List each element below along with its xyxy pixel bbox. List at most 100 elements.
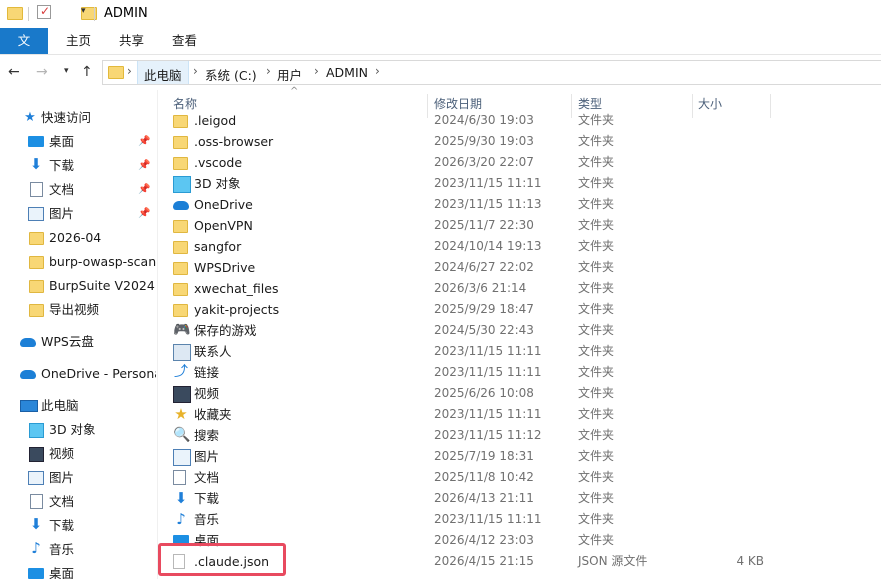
- sidebar-item-label: 文档: [49, 182, 75, 197]
- breadcrumb-system-c[interactable]: 系统 (C:): [205, 65, 257, 84]
- modified-date: 2026/3/20 22:07: [434, 155, 534, 169]
- chevron-right-icon[interactable]: ›: [266, 64, 271, 78]
- sidebar-item-pictures[interactable]: 图片 📌: [0, 203, 156, 225]
- check-icon: ✓: [40, 4, 51, 18]
- address-bar[interactable]: › 此电脑 › 系统 (C:) › 用户 › ADMIN ›: [102, 60, 881, 85]
- up-arrow-icon[interactable]: ↑: [81, 64, 93, 80]
- pin-icon[interactable]: 📌: [138, 203, 150, 225]
- chevron-right-icon[interactable]: ›: [314, 64, 319, 78]
- sidebar-item-desktop[interactable]: 桌面 📌: [0, 131, 156, 153]
- forward-arrow-icon[interactable]: →: [36, 64, 48, 80]
- sidebar-item-2026-04[interactable]: 2026-04: [0, 227, 156, 249]
- folder-icon: [29, 304, 44, 317]
- table-row[interactable]: ★ 收藏夹 2023/11/15 11:11 文件夹: [166, 404, 881, 425]
- table-row[interactable]: 联系人 2023/11/15 11:11 文件夹: [166, 341, 881, 362]
- table-row[interactable]: 文档 2025/11/8 10:42 文件夹: [166, 467, 881, 488]
- sidebar-item-this-pc[interactable]: 此电脑: [0, 395, 156, 417]
- table-row[interactable]: .oss-browser 2025/9/30 19:03 文件夹: [166, 131, 881, 152]
- document-icon: [173, 470, 186, 485]
- table-row[interactable]: ⬇ 下载 2026/4/13 21:11 文件夹: [166, 488, 881, 509]
- recent-locations-chevron-icon[interactable]: ▾: [64, 66, 69, 76]
- modified-date: 2023/11/15 11:11: [434, 365, 542, 379]
- sidebar-item-label: 3D 对象: [49, 422, 96, 437]
- file-type: 文件夹: [578, 176, 615, 190]
- sidebar-item-onedrive[interactable]: OneDrive - Personal: [0, 363, 156, 385]
- pin-icon[interactable]: 📌: [138, 131, 150, 153]
- sidebar-item-3d-objects[interactable]: 3D 对象: [0, 419, 156, 441]
- breadcrumb-this-pc[interactable]: 此电脑: [144, 65, 182, 84]
- pane-divider[interactable]: [157, 90, 158, 579]
- chevron-right-icon[interactable]: ›: [375, 64, 380, 78]
- sidebar-item-label: 2026-04: [49, 230, 102, 245]
- pin-icon[interactable]: 📌: [138, 155, 150, 177]
- sidebar-item-documents[interactable]: 文档 📌: [0, 179, 156, 201]
- sidebar-item-music[interactable]: ♪ 音乐: [0, 539, 156, 561]
- table-row[interactable]: 视频 2025/6/26 10:08 文件夹: [166, 383, 881, 404]
- chevron-right-icon[interactable]: ›: [127, 64, 132, 78]
- file-type: 文件夹: [578, 407, 615, 421]
- sidebar-item-label: burp-owasp-scan: [49, 254, 156, 269]
- tab-view[interactable]: 查看: [160, 28, 209, 54]
- tab-file[interactable]: 文件: [0, 28, 48, 74]
- table-row[interactable]: yakit-projects 2025/9/29 18:47 文件夹: [166, 299, 881, 320]
- saved-games-icon: 🎮: [173, 322, 191, 338]
- tab-share[interactable]: 共享: [107, 28, 156, 54]
- sidebar-item-burp-owasp-scan[interactable]: burp-owasp-scan: [0, 251, 156, 273]
- table-row[interactable]: ⤴ 链接 2023/11/15 11:11 文件夹: [166, 362, 881, 383]
- sidebar-item-pictures-pc[interactable]: 图片: [0, 467, 156, 489]
- sidebar-item-downloads[interactable]: ⬇ 下载 📌: [0, 155, 156, 177]
- sidebar-item-quick-access[interactable]: ★ 快速访问: [0, 107, 156, 129]
- video-icon: [173, 386, 191, 403]
- pin-icon[interactable]: 📌: [138, 179, 150, 201]
- table-row[interactable]: 图片 2025/7/19 18:31 文件夹: [166, 446, 881, 467]
- breadcrumb-users[interactable]: 用户: [277, 65, 302, 84]
- table-row[interactable]: xwechat_files 2026/3/6 21:14 文件夹: [166, 278, 881, 299]
- modified-date: 2025/11/8 10:42: [434, 470, 534, 484]
- back-arrow-icon[interactable]: ←: [8, 64, 20, 80]
- table-row[interactable]: OneDrive 2023/11/15 11:13 文件夹: [166, 194, 881, 215]
- sidebar-item-documents-pc[interactable]: 文档: [0, 491, 156, 513]
- highlight-box: [158, 543, 286, 576]
- modified-date: 2023/11/15 11:12: [434, 428, 542, 442]
- breadcrumb-admin[interactable]: ADMIN: [326, 65, 368, 80]
- sidebar-item-wps-cloud[interactable]: WPS云盘: [0, 331, 156, 353]
- file-type: 文件夹: [578, 197, 615, 211]
- table-row[interactable]: ♪ 音乐 2023/11/15 11:11 文件夹: [166, 509, 881, 530]
- file-type: 文件夹: [578, 281, 615, 295]
- title-bar: ✓ ▾ ADMIN: [0, 0, 881, 28]
- sidebar-item-videos[interactable]: 视频: [0, 443, 156, 465]
- sidebar-item-label: BurpSuite V2024.3: [49, 278, 156, 293]
- file-name: .leigod: [194, 113, 237, 128]
- sidebar-item-downloads-pc[interactable]: ⬇ 下载: [0, 515, 156, 537]
- table-row[interactable]: WPSDrive 2024/6/27 22:02 文件夹: [166, 257, 881, 278]
- file-name: yakit-projects: [194, 302, 280, 317]
- 3d-objects-icon: [29, 423, 44, 438]
- properties-icon[interactable]: ✓: [37, 4, 51, 19]
- tab-home[interactable]: 主页: [54, 28, 103, 54]
- modified-date: 2024/6/27 22:02: [434, 260, 534, 274]
- folder-icon: [173, 157, 188, 170]
- sidebar-item-export-video[interactable]: 导出视频: [0, 299, 156, 321]
- table-row[interactable]: 🔍 搜索 2023/11/15 11:12 文件夹: [166, 425, 881, 446]
- sidebar-item-label: 桌面: [49, 566, 75, 579]
- sidebar-item-desktop-pc[interactable]: 桌面: [0, 563, 156, 579]
- file-name: sangfor: [194, 239, 242, 254]
- modified-date: 2025/6/26 10:08: [434, 386, 534, 400]
- modified-date: 2023/11/15 11:11: [434, 344, 542, 358]
- file-type: 文件夹: [578, 428, 615, 442]
- modified-date: 2026/4/12 23:03: [434, 533, 534, 547]
- modified-date: 2024/5/30 22:43: [434, 323, 534, 337]
- table-row[interactable]: .vscode 2026/3/20 22:07 文件夹: [166, 152, 881, 173]
- sidebar-item-burpsuite[interactable]: BurpSuite V2024.3: [0, 275, 156, 297]
- table-row[interactable]: .leigod 2024/6/30 19:03 文件夹: [166, 111, 881, 131]
- file-type: 文件夹: [578, 302, 615, 316]
- table-row[interactable]: 🎮 保存的游戏 2024/5/30 22:43 文件夹: [166, 320, 881, 341]
- file-type: 文件夹: [578, 491, 615, 505]
- chevron-right-icon[interactable]: ›: [193, 64, 198, 78]
- file-type: 文件夹: [578, 239, 615, 253]
- table-row[interactable]: sangfor 2024/10/14 19:13 文件夹: [166, 236, 881, 257]
- modified-date: 2023/11/15 11:11: [434, 176, 542, 190]
- table-row[interactable]: OpenVPN 2025/11/7 22:30 文件夹: [166, 215, 881, 236]
- customize-toolbar-icon[interactable]: ▾: [81, 6, 86, 22]
- table-row[interactable]: 3D 对象 2023/11/15 11:11 文件夹: [166, 173, 881, 194]
